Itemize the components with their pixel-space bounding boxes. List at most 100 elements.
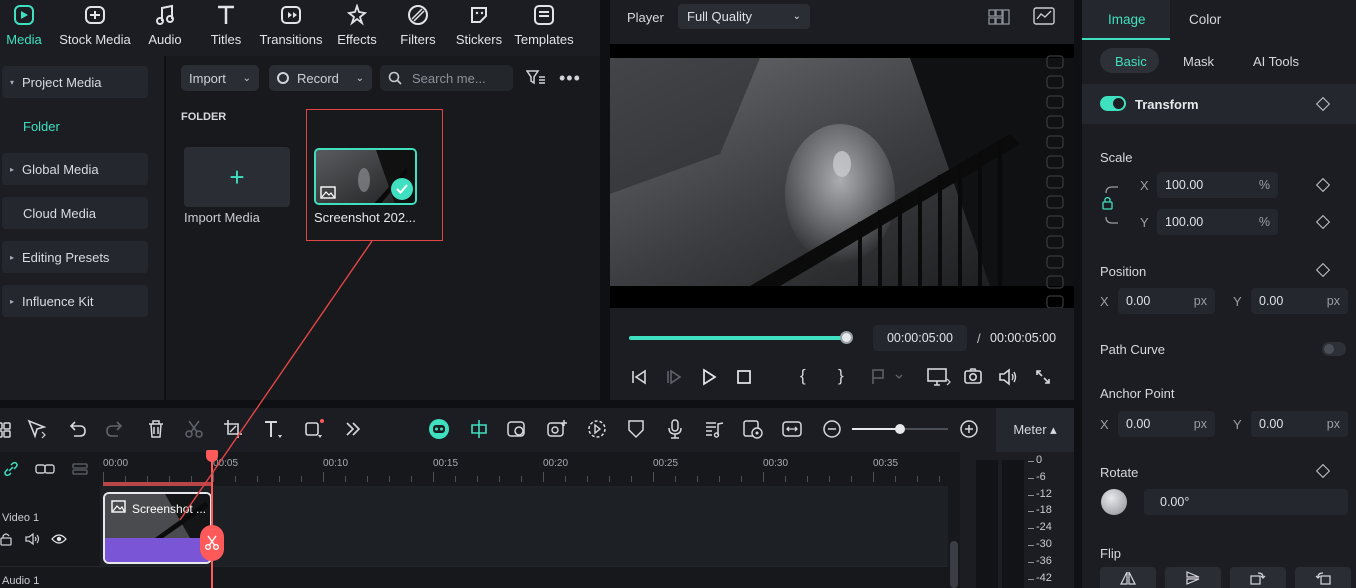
scale-x-field[interactable]: 100.00 %: [1157, 172, 1278, 198]
progress-handle[interactable]: [840, 331, 853, 344]
timeline-scrollbar[interactable]: [948, 486, 960, 588]
mark-out-icon[interactable]: }: [838, 366, 844, 386]
scope-chart-icon[interactable]: [1033, 7, 1055, 25]
tab-color[interactable]: Color: [1189, 12, 1221, 27]
tab-filters[interactable]: Filters: [396, 0, 440, 56]
add-track-icon[interactable]: [546, 418, 568, 440]
keyframe-diamond-icon[interactable]: [1315, 463, 1331, 479]
tab-stock-media[interactable]: Stock Media: [56, 0, 134, 56]
flip-horizontal-button[interactable]: [1100, 567, 1156, 588]
timeline-clip[interactable]: Screenshot ...: [103, 492, 212, 564]
double-chevron-right-icon[interactable]: [342, 418, 364, 440]
keyframe-diamond-icon[interactable]: [1315, 262, 1331, 278]
split-scissors-icon[interactable]: [183, 418, 205, 440]
tab-stickers[interactable]: Stickers: [456, 0, 502, 56]
display-output-icon[interactable]: [926, 367, 952, 387]
record-dropdown[interactable]: Record ⌄: [269, 65, 372, 91]
fit-timeline-icon[interactable]: [781, 418, 803, 440]
auto-highlight-icon[interactable]: [506, 418, 528, 440]
zoom-slider-handle[interactable]: [895, 424, 905, 434]
zoom-out-icon[interactable]: [821, 418, 843, 440]
grid-view-icon[interactable]: [988, 9, 1010, 25]
lock-icon[interactable]: [0, 532, 14, 546]
rotate-left-button[interactable]: [1295, 567, 1351, 588]
scrollbar-thumb[interactable]: [950, 541, 958, 588]
keyframe-diamond-icon[interactable]: [1315, 214, 1331, 230]
tab-templates[interactable]: Templates: [512, 0, 576, 56]
previous-frame-icon[interactable]: [630, 368, 648, 386]
tab-transitions[interactable]: Transitions: [258, 0, 324, 56]
volume-icon[interactable]: [998, 368, 1018, 386]
sidebar-item-editing-presets[interactable]: ▸ Editing Presets: [2, 241, 148, 273]
play-icon[interactable]: [700, 368, 718, 386]
snapshot-camera-icon[interactable]: [963, 367, 983, 385]
sidebar-item-influence-kit[interactable]: ▸ Influence Kit: [2, 285, 148, 317]
tab-audio[interactable]: Audio: [144, 0, 186, 56]
meter-toggle[interactable]: Meter ▴: [996, 408, 1074, 452]
redo-icon[interactable]: [104, 418, 126, 440]
marker-flag-icon[interactable]: [870, 368, 904, 386]
import-media-tile[interactable]: +: [184, 147, 290, 207]
anchor-x-field[interactable]: 0.00 px: [1118, 411, 1215, 437]
eye-visibility-icon[interactable]: [51, 533, 67, 545]
stop-icon[interactable]: [735, 368, 753, 386]
anchor-y-field[interactable]: 0.00 px: [1251, 411, 1348, 437]
link-icon[interactable]: [3, 461, 19, 477]
shield-mask-icon[interactable]: [625, 418, 647, 440]
search-input[interactable]: Search me...: [380, 65, 513, 91]
transform-toggle[interactable]: [1100, 96, 1126, 111]
position-y-field[interactable]: 0.00 px: [1251, 288, 1348, 314]
position-x-field[interactable]: 0.00 px: [1118, 288, 1215, 314]
tab-titles[interactable]: Titles: [206, 0, 246, 56]
import-dropdown[interactable]: Import ⌄: [181, 65, 259, 91]
speed-icon[interactable]: [586, 418, 608, 440]
microphone-icon[interactable]: [664, 418, 686, 440]
path-curve-toggle[interactable]: [1322, 342, 1346, 356]
fullscreen-icon[interactable]: [1034, 368, 1052, 386]
audio-mix-icon[interactable]: [703, 418, 725, 440]
preview-quality-icon[interactable]: [742, 418, 764, 440]
video-track-lane[interactable]: [100, 486, 948, 566]
zoom-in-icon[interactable]: [958, 418, 980, 440]
group-link-icon[interactable]: [35, 461, 55, 477]
sidebar-item-global-media[interactable]: ▸ Global Media: [2, 153, 148, 185]
flip-vertical-button[interactable]: [1165, 567, 1221, 588]
filter-sort-icon[interactable]: [526, 69, 546, 87]
snap-magnet-icon[interactable]: [468, 418, 490, 440]
playhead-handle[interactable]: [206, 450, 218, 462]
rotate-right-button[interactable]: [1230, 567, 1286, 588]
layout-grid-icon[interactable]: [0, 418, 22, 440]
playback-progress[interactable]: [629, 336, 847, 340]
tab-media[interactable]: Media: [0, 0, 48, 56]
current-time[interactable]: 00:00:05:00: [873, 325, 967, 351]
sidebar-item-project-media[interactable]: ▾ Project Media: [2, 66, 148, 98]
tab-effects[interactable]: Effects: [334, 0, 380, 56]
keyframe-diamond-icon[interactable]: [1315, 177, 1331, 193]
ai-copilot-icon[interactable]: [428, 418, 450, 440]
text-tool-icon[interactable]: [262, 418, 284, 440]
subtab-mask[interactable]: Mask: [1183, 54, 1214, 69]
delete-trash-icon[interactable]: [145, 418, 167, 440]
sidebar-item-folder[interactable]: Folder: [2, 110, 148, 142]
rotate-field[interactable]: 0.00°: [1144, 489, 1348, 515]
mark-in-icon[interactable]: {: [800, 366, 806, 386]
undo-icon[interactable]: [66, 418, 88, 440]
media-clip-thumbnail[interactable]: [314, 148, 417, 205]
split-scissors-button[interactable]: [200, 525, 224, 561]
video-preview[interactable]: [610, 44, 1074, 308]
crop-icon[interactable]: [222, 418, 244, 440]
rotate-dial[interactable]: [1101, 489, 1127, 515]
sidebar-item-cloud-media[interactable]: Cloud Media: [2, 197, 148, 229]
scale-y-field[interactable]: 100.00 %: [1157, 209, 1278, 235]
quality-select[interactable]: Full Quality ⌄: [678, 4, 810, 29]
more-tools-icon[interactable]: [303, 418, 325, 440]
more-options-icon[interactable]: •••: [559, 68, 581, 89]
next-frame-icon[interactable]: [665, 368, 683, 386]
track-volume-icon[interactable]: [25, 532, 41, 546]
audio-track-lane[interactable]: Audio 1: [0, 566, 948, 588]
select-pointer-icon[interactable]: [26, 418, 48, 440]
subtab-ai-tools[interactable]: AI Tools: [1253, 54, 1299, 69]
playhead-line[interactable]: [211, 452, 213, 588]
lock-ratio-icon[interactable]: [1102, 185, 1124, 227]
track-manager-icon[interactable]: [71, 461, 89, 477]
